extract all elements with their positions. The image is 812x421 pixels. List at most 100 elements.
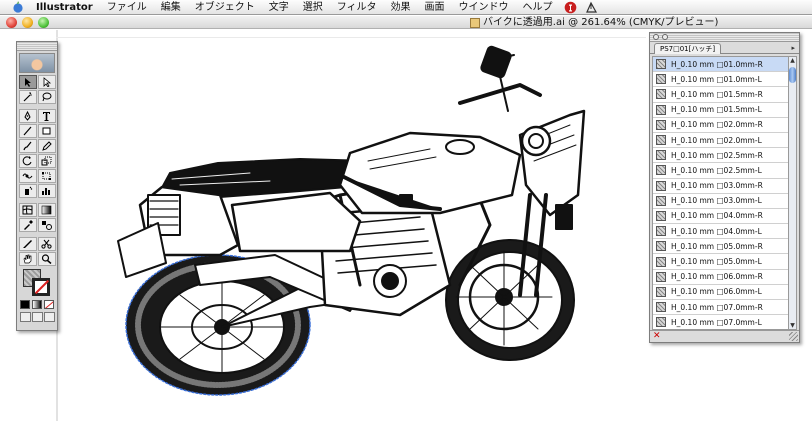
type-tool[interactable] [37, 109, 56, 123]
menu-help[interactable]: ヘルプ [516, 0, 560, 15]
fill-stroke-control[interactable] [19, 268, 55, 298]
swatch-row[interactable]: H_0.10 mm □01.0mm-R [653, 57, 788, 73]
swatch-row[interactable]: H_0.10 mm □05.0mm-L [653, 254, 788, 270]
lasso-tool[interactable] [37, 90, 56, 104]
window-minimize-button[interactable] [22, 17, 33, 28]
menu-effect[interactable]: 効果 [384, 0, 418, 15]
rotate-icon [22, 156, 32, 166]
scale-tool[interactable] [37, 154, 56, 168]
tool-palette-title-bar[interactable] [17, 42, 57, 51]
swatch-row[interactable]: H_0.10 mm □01.5mm-R [653, 87, 788, 103]
paintbrush-tool[interactable] [18, 139, 37, 153]
scroll-down-arrow-icon[interactable]: ▼ [789, 322, 796, 329]
swatch-row[interactable]: H_0.10 mm □01.0mm-L [653, 72, 788, 88]
delete-swatch-icon[interactable]: ✕ [653, 332, 662, 341]
mesh-tool[interactable] [18, 203, 37, 217]
free-transform-tool[interactable] [37, 169, 56, 183]
resize-grip[interactable] [789, 332, 798, 341]
swatch-row[interactable]: H_0.10 mm □06.0mm-R [653, 270, 788, 285]
swatch-row[interactable]: H_0.10 mm □06.0mm-L [653, 285, 788, 300]
swatch-row[interactable]: H_0.10 mm □04.0mm-R [653, 209, 788, 225]
menu-window[interactable]: ウインドウ [452, 0, 516, 15]
menu-edit[interactable]: 編集 [154, 0, 188, 15]
full-screen-menu-mode-button[interactable] [31, 312, 43, 322]
window-close-button[interactable] [6, 17, 17, 28]
hatch-pattern-chip [656, 302, 666, 313]
pen-tool[interactable] [18, 109, 37, 123]
tool-palette[interactable] [16, 41, 58, 331]
pen-nib-icon[interactable] [585, 1, 598, 14]
color-mode-button[interactable] [20, 300, 30, 309]
swatch-row[interactable]: H_0.10 mm □05.0mm-R [653, 239, 788, 255]
stroke-swatch[interactable] [32, 278, 50, 296]
none-mode-button[interactable] [44, 300, 54, 309]
warp-tool[interactable] [18, 169, 37, 183]
swatch-row[interactable]: H_0.10 mm □01.5mm-L [653, 103, 788, 118]
swatch-list[interactable]: H_0.10 mm □01.0mm-R H_0.10 mm □01.0mm-L H_… [652, 56, 789, 330]
document-file-icon [470, 17, 480, 28]
motorcycle-artwork[interactable] [100, 45, 640, 405]
swatch-label: H_0.10 mm □06.0mm-L [671, 287, 762, 297]
handlebar[interactable] [458, 83, 542, 105]
full-screen-mode-button[interactable] [43, 312, 55, 322]
rotate-tool[interactable] [18, 154, 37, 168]
mirror[interactable] [480, 45, 515, 112]
hand-tool[interactable] [18, 252, 37, 266]
artboard-edge-top [56, 37, 646, 38]
scroll-up-arrow-icon[interactable]: ▲ [789, 57, 796, 64]
panel-close-button[interactable] [653, 34, 659, 40]
fuel-tank[interactable] [338, 131, 522, 215]
standard-screen-mode-button[interactable] [19, 312, 31, 322]
menu-app-illustrator[interactable]: Illustrator [32, 0, 100, 15]
menu-filter[interactable]: フィルタ [330, 0, 384, 15]
blend-tool[interactable] [37, 218, 56, 232]
side-fairing[interactable] [230, 191, 362, 253]
front-wheel[interactable] [445, 239, 575, 361]
column-graph-tool[interactable] [37, 184, 56, 198]
menu-view[interactable]: 画面 [418, 0, 452, 15]
document-title-text: バイクに透過用.ai @ 261.64% (CMYK/プレビュー) [483, 17, 719, 28]
tool-separator [19, 199, 56, 202]
swatch-list-scrollbar[interactable]: ▲ ▼ [788, 56, 797, 330]
eyedropper-tool[interactable] [18, 218, 37, 232]
window-zoom-button[interactable] [38, 17, 49, 28]
swatch-row[interactable]: H_0.10 mm □02.0mm-R [653, 118, 788, 133]
zoom-tool[interactable] [37, 252, 56, 266]
magic-wand-tool[interactable] [18, 90, 37, 104]
menu-object[interactable]: オブジェクト [188, 0, 262, 15]
gradient-tool[interactable] [37, 203, 56, 217]
warp-icon [22, 173, 33, 179]
hatch-pattern-chip [656, 150, 666, 161]
menu-file[interactable]: ファイル [100, 0, 154, 15]
swatch-row[interactable]: H_0.10 mm □02.0mm-L [653, 133, 788, 149]
swatch-library-panel[interactable]: PS7□01[ハッチ] ▸ H_0.10 mm □01.0mm-R H_0.10 … [649, 32, 800, 343]
panel-collapse-button[interactable] [662, 34, 668, 40]
document-title-bar[interactable]: バイクに透過用.ai @ 261.64% (CMYK/プレビュー) [0, 16, 812, 29]
line-segment-tool[interactable] [18, 124, 37, 138]
swatch-row[interactable]: H_0.10 mm □03.0mm-R [653, 179, 788, 194]
panel-title-bar[interactable] [650, 33, 799, 42]
tab-swatch-library[interactable]: PS7□01[ハッチ] [654, 43, 722, 54]
slice-tool[interactable] [18, 237, 37, 251]
selection-tool[interactable] [18, 75, 37, 89]
swatch-row[interactable]: H_0.10 mm □04.0mm-L [653, 224, 788, 240]
rectangle-tool[interactable] [37, 124, 56, 138]
swatch-row[interactable]: H_0.10 mm □02.5mm-L [653, 163, 788, 179]
apple-icon[interactable] [12, 1, 24, 13]
pencil-tool[interactable] [37, 139, 56, 153]
menu-select[interactable]: 選択 [296, 0, 330, 15]
gradient-mode-button[interactable] [32, 300, 42, 309]
script-icon[interactable] [564, 1, 577, 14]
front-caliper[interactable] [555, 204, 573, 230]
scissors-tool[interactable] [37, 237, 56, 251]
scroll-thumb[interactable] [789, 67, 796, 83]
panel-menu-arrow-icon[interactable]: ▸ [791, 44, 795, 52]
symbol-sprayer-tool[interactable] [18, 184, 37, 198]
swatch-row[interactable]: H_0.10 mm □03.0mm-L [653, 194, 788, 209]
swatch-row[interactable]: H_0.10 mm □07.0mm-L [653, 315, 788, 329]
swatch-row[interactable]: H_0.10 mm □02.5mm-R [653, 148, 788, 164]
direct-selection-tool[interactable] [37, 75, 56, 89]
swatch-row[interactable]: H_0.10 mm □07.0mm-R [653, 300, 788, 316]
menu-type[interactable]: 文字 [262, 0, 296, 15]
hatch-pattern-chip [656, 165, 666, 176]
